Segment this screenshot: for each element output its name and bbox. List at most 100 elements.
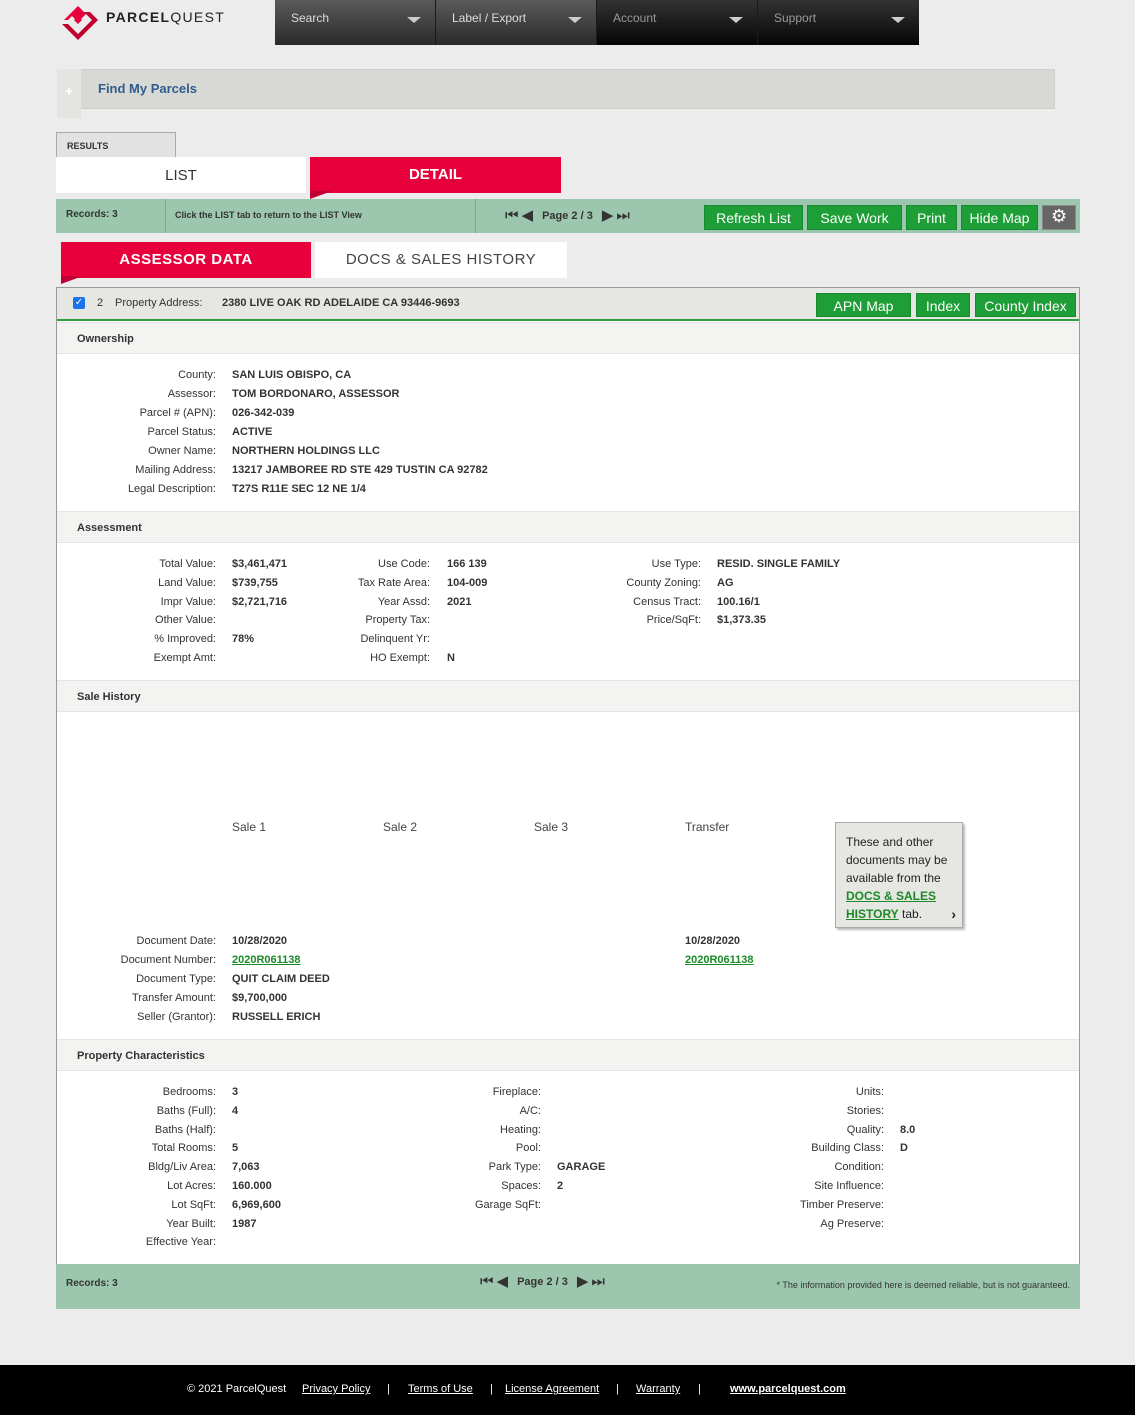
document-number-link[interactable]: 2020R061138 bbox=[685, 954, 754, 966]
field-value: T27S R11E SEC 12 NE 1/4 bbox=[232, 483, 366, 495]
field-label: Bldg/Liv Area: bbox=[148, 1161, 216, 1174]
print-button[interactable]: Print bbox=[906, 205, 957, 230]
hide-map-button[interactable]: Hide Map bbox=[961, 205, 1038, 230]
nav-account[interactable]: Account bbox=[597, 0, 758, 45]
col-sale-3: Sale 3 bbox=[534, 820, 569, 834]
section-property-characteristics: Property Characteristics bbox=[57, 1039, 1079, 1071]
field-label: Document Number: bbox=[120, 954, 216, 966]
field-label: Ag Preserve: bbox=[820, 1217, 884, 1230]
tab-docs-sales-history[interactable]: DOCS & SALES HISTORY bbox=[315, 242, 567, 278]
page-indicator-bottom: Page 2 / 3 bbox=[517, 1275, 568, 1288]
field-label: Timber Preserve: bbox=[800, 1198, 884, 1211]
refresh-list-button[interactable]: Refresh List bbox=[704, 205, 803, 230]
settings-button[interactable]: ⚙ bbox=[1042, 205, 1076, 230]
privacy-policy-link[interactable]: Privacy Policy bbox=[302, 1383, 370, 1395]
col-transfer: Transfer bbox=[685, 820, 730, 834]
field-value: D bbox=[900, 1142, 908, 1155]
field-label: Baths (Half): bbox=[154, 1123, 216, 1136]
field-label: Seller (Grantor): bbox=[137, 1011, 216, 1023]
field-label: Mailing Address: bbox=[135, 464, 216, 476]
field-label: Parcel # (APN): bbox=[139, 407, 216, 419]
nav-support[interactable]: Support bbox=[758, 0, 919, 45]
website-link[interactable]: www.parcelquest.com bbox=[730, 1383, 846, 1395]
field-value: NORTHERN HOLDINGS LLC bbox=[232, 445, 380, 457]
section-ownership: Ownership bbox=[57, 322, 1079, 354]
license-agreement-link[interactable]: License Agreement bbox=[505, 1383, 599, 1395]
find-my-parcels-label[interactable]: Find My Parcels bbox=[98, 81, 197, 96]
field-label: Use Type: bbox=[651, 558, 701, 570]
chevron-right-icon[interactable]: › bbox=[951, 905, 956, 923]
field-value: TOM BORDONARO, ASSESSOR bbox=[232, 388, 400, 400]
assessor-panel: ✓ 2 Property Address: 2380 LIVE OAK RD A… bbox=[56, 287, 1080, 1265]
gear-icon: ⚙ bbox=[1051, 206, 1068, 226]
field-label: Transfer Amount: bbox=[132, 992, 216, 1004]
nav-label-export[interactable]: Label / Export bbox=[436, 0, 597, 45]
field-label: County Zoning: bbox=[626, 576, 701, 589]
apn-map-button[interactable]: APN Map bbox=[816, 293, 911, 317]
field-value: 10/28/2020 bbox=[685, 935, 741, 947]
field-value: 2 bbox=[557, 1180, 564, 1192]
field-value: 13217 JAMBOREE RD STE 429 TUSTIN CA 9278… bbox=[232, 464, 488, 476]
field-label: Heating: bbox=[500, 1123, 541, 1136]
next-page-icon[interactable]: ▶ bbox=[602, 208, 614, 223]
field-label: Land Value: bbox=[158, 576, 216, 589]
field-label: Building Class: bbox=[811, 1142, 884, 1155]
section-assessment: Assessment bbox=[57, 511, 1079, 543]
field-label: Total Rooms: bbox=[151, 1142, 216, 1155]
field-label: Baths (Full): bbox=[156, 1104, 216, 1117]
field-label: Year Built: bbox=[166, 1217, 216, 1230]
bottom-toolbar: Records: 3 ⏮ ◀ Page 2 / 3 ▶ ⏭ * The info… bbox=[56, 1264, 1080, 1309]
nav-search[interactable]: Search bbox=[275, 0, 436, 45]
field-value: N bbox=[447, 652, 455, 664]
field-value: 100.16/1 bbox=[717, 595, 760, 608]
record-number: 2 bbox=[97, 297, 104, 309]
tab-detail[interactable]: DETAIL bbox=[310, 157, 561, 199]
field-label: Exempt Amt: bbox=[153, 652, 216, 664]
last-page-icon[interactable]: ⏭ bbox=[616, 208, 630, 223]
field-label: Pool: bbox=[515, 1142, 541, 1155]
field-value: QUIT CLAIM DEED bbox=[232, 973, 330, 985]
field-value: SAN LUIS OBISPO, CA bbox=[232, 369, 352, 381]
field-value: $739,755 bbox=[232, 576, 278, 589]
parcelquest-logo[interactable] bbox=[60, 4, 100, 40]
section-sale-history: Sale History bbox=[57, 680, 1079, 712]
docs-sales-history-link[interactable]: DOCS & SALES HISTORY bbox=[846, 889, 936, 921]
field-label: Effective Year: bbox=[145, 1236, 216, 1249]
warranty-link[interactable]: Warranty bbox=[636, 1383, 680, 1395]
field-label: HO Exempt: bbox=[370, 652, 430, 664]
save-work-button[interactable]: Save Work bbox=[807, 205, 902, 230]
field-value: 1987 bbox=[232, 1217, 257, 1230]
field-label: Garage SqFt: bbox=[474, 1198, 541, 1211]
county-index-button[interactable]: County Index bbox=[975, 293, 1076, 317]
terms-of-use-link[interactable]: Terms of Use bbox=[408, 1383, 473, 1395]
field-label: Units: bbox=[855, 1086, 884, 1098]
expand-toggle[interactable]: + bbox=[57, 69, 81, 118]
field-value: RESID. SINGLE FAMILY bbox=[717, 558, 841, 570]
first-page-icon[interactable]: ⏮ bbox=[505, 208, 519, 223]
tab-assessor-data[interactable]: ASSESSOR DATA bbox=[61, 242, 311, 284]
tab-list[interactable]: LIST bbox=[56, 157, 306, 193]
field-value: 104-009 bbox=[447, 576, 488, 589]
select-checkbox[interactable]: ✓ bbox=[73, 297, 85, 309]
field-value: GARAGE bbox=[557, 1161, 606, 1174]
first-page-icon[interactable]: ⏮ bbox=[480, 1274, 494, 1289]
field-label: Census Tract: bbox=[633, 595, 701, 608]
next-page-icon[interactable]: ▶ bbox=[577, 1274, 589, 1289]
index-button[interactable]: Index bbox=[916, 293, 970, 317]
last-page-icon[interactable]: ⏭ bbox=[591, 1274, 605, 1289]
field-label: Year Assd: bbox=[377, 595, 430, 608]
find-my-parcels-bar[interactable] bbox=[57, 69, 1055, 109]
field-value: 3 bbox=[232, 1086, 239, 1098]
footer: © 2021 ParcelQuest Privacy Policy | Term… bbox=[0, 1365, 1135, 1415]
prev-page-icon[interactable]: ◀ bbox=[522, 208, 534, 223]
field-label: Lot SqFt: bbox=[171, 1198, 216, 1211]
document-number-link[interactable]: 2020R061138 bbox=[232, 954, 301, 966]
col-sale-1: Sale 1 bbox=[232, 820, 267, 834]
plus-icon: + bbox=[65, 83, 74, 99]
prev-page-icon[interactable]: ◀ bbox=[497, 1274, 509, 1289]
field-value: 5 bbox=[232, 1142, 239, 1155]
docs-tooltip: These and other documents may be availab… bbox=[835, 822, 963, 928]
field-label: County: bbox=[178, 369, 216, 381]
results-toolbar: Records: 3 Click the LIST tab to return … bbox=[56, 199, 1080, 233]
field-label: Property Tax: bbox=[365, 614, 430, 627]
